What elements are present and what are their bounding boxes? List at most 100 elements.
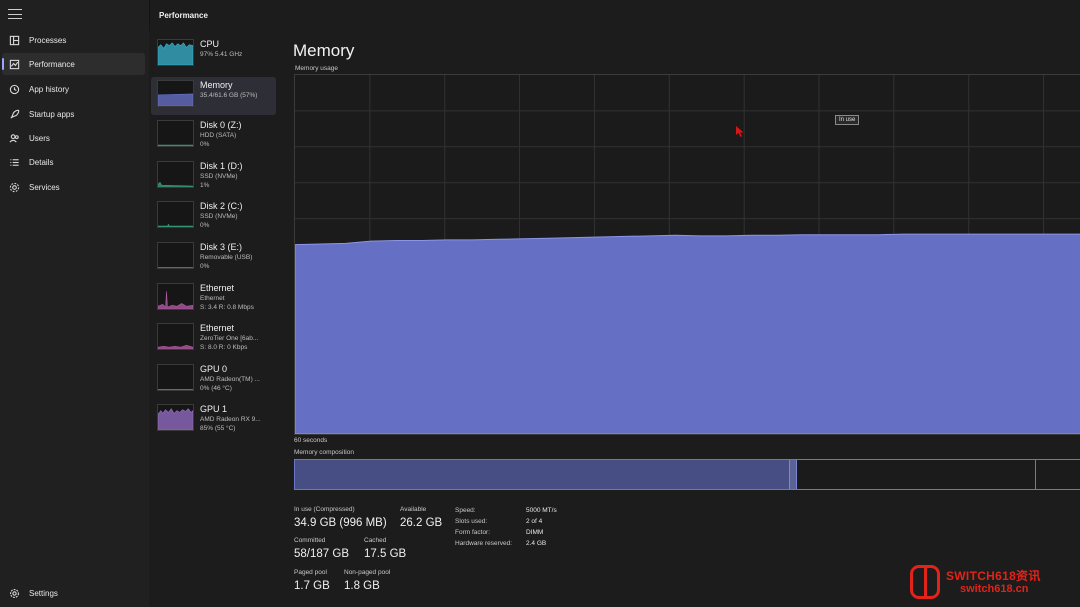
device-name: Ethernet xyxy=(200,282,235,293)
nav-item-processes[interactable]: Processes xyxy=(2,29,145,51)
device-item-gpu-1[interactable]: GPU 1 AMD Radeon RX 9... 85% (55 °C) xyxy=(151,401,276,439)
device-thumbnail xyxy=(157,201,194,229)
device-usage: S: 3.4 R: 0.8 Mbps xyxy=(200,303,254,311)
composition-modified-segment xyxy=(789,460,797,489)
device-item-disk-1-d[interactable]: Disk 1 (D:) SSD (NVMe) 1% xyxy=(151,158,276,196)
nav-item-label: Users xyxy=(29,133,50,143)
device-thumbnail xyxy=(157,160,194,188)
nav-item-startup-apps[interactable]: Startup apps xyxy=(2,103,145,125)
hamburger-menu-icon[interactable] xyxy=(8,7,22,21)
nav-item-label: Services xyxy=(29,182,60,192)
device-item-disk-0-z[interactable]: Disk 0 (Z:) HDD (SATA) 0% xyxy=(151,117,276,155)
nav-item-label: Processes xyxy=(29,35,67,45)
cached-label: Cached xyxy=(364,537,387,544)
paged-pool-value: 1.7 GB xyxy=(294,580,330,592)
history-icon xyxy=(8,83,20,95)
header-bar: Performance xyxy=(149,0,1080,31)
nav-item-performance[interactable]: Performance xyxy=(2,53,145,75)
device-detail: SSD (NVMe) xyxy=(200,213,238,221)
device-item-disk-2-c[interactable]: Disk 2 (C:) SSD (NVMe) 0% xyxy=(151,198,276,236)
nav-pane: Processes Performance App history Startu… xyxy=(0,0,149,607)
device-thumbnail xyxy=(157,363,194,391)
device-thumbnail xyxy=(157,404,194,432)
device-detail: AMD Radeon RX 9... xyxy=(200,416,261,424)
device-name: GPU 1 xyxy=(200,404,228,415)
device-name: Disk 0 (Z:) xyxy=(200,120,242,131)
page-title: Performance xyxy=(159,11,208,20)
tooltip-in-use: In use xyxy=(835,115,860,125)
watermark: SWITCH618资讯 switch618.cn xyxy=(910,563,1080,603)
nav-item-label: App history xyxy=(29,84,70,94)
committed-value: 58/187 GB xyxy=(294,548,349,560)
time-axis-label: 60 seconds xyxy=(294,437,328,444)
nav-item-services[interactable]: Services xyxy=(2,176,145,198)
device-detail: Removable (USB) xyxy=(200,254,253,261)
nav-item-label: Startup apps xyxy=(29,109,75,119)
watermark-title: SWITCH618资讯 xyxy=(946,569,1041,583)
committed-label: Committed xyxy=(294,537,326,544)
slots-used-value: 2 of 4 xyxy=(526,518,543,525)
nav-item-settings[interactable]: Settings xyxy=(2,582,145,604)
device-name: Disk 3 (E:) xyxy=(200,242,243,252)
memory-in-use-area xyxy=(295,233,1080,434)
device-detail: AMD Radeon(TM) ... xyxy=(200,375,260,383)
device-item-ethernet[interactable]: Ethernet ZeroTier One [6ab... S: 8.0 R: 0 … xyxy=(151,320,276,358)
nav-item-app-history[interactable]: App history xyxy=(2,78,145,100)
form-factor-label: Form factor: xyxy=(455,529,491,536)
cached-value: 17.5 GB xyxy=(364,548,407,560)
performance-icon xyxy=(8,58,20,70)
watermark-url: switch618.cn xyxy=(960,583,1029,595)
nonpaged-pool-value: 1.8 GB xyxy=(344,580,380,592)
device-thumbnail xyxy=(157,79,194,107)
nav-item-label: Performance xyxy=(29,59,75,69)
device-usage: 0% xyxy=(200,222,210,230)
device-thumbnail xyxy=(157,242,194,269)
device-usage: 0% (46 °C) xyxy=(200,384,232,392)
paged-pool-label: Paged pool xyxy=(294,569,327,576)
composition-in-use-segment xyxy=(295,460,789,489)
services-icon xyxy=(8,181,20,193)
device-name: Memory xyxy=(200,79,233,90)
mouse-cursor-icon xyxy=(736,126,744,137)
device-name: GPU 0 xyxy=(200,363,228,374)
composition-standby-divider xyxy=(1035,460,1036,489)
memory-composition-bar xyxy=(294,459,1080,490)
in-use-value: 34.9 GB (996 MB) xyxy=(294,517,387,529)
device-detail: SSD (NVMe) xyxy=(200,172,238,180)
slots-used-label: Slots used: xyxy=(455,518,488,525)
memory-usage-chart xyxy=(295,75,1080,434)
available-label: Available xyxy=(400,506,427,513)
device-detail: Ethernet xyxy=(200,294,225,302)
device-usage: S: 8.0 R: 0 Kbps xyxy=(200,344,248,352)
memory-usage-graph xyxy=(294,74,1080,435)
device-item-disk-3-e[interactable]: Disk 3 (E:) Removable (USB) 0% xyxy=(151,239,276,277)
memory-composition-label: Memory composition xyxy=(294,449,354,456)
device-usage: 0% xyxy=(200,141,210,149)
device-name: Disk 1 (D:) xyxy=(200,160,243,171)
speed-label: Speed: xyxy=(455,507,476,514)
device-item-gpu-0[interactable]: GPU 0 AMD Radeon(TM) ... 0% (46 °C) xyxy=(151,361,276,399)
memory-usage-label: Memory usage xyxy=(295,65,338,72)
device-usage: 85% (55 °C) xyxy=(200,425,236,433)
device-thumbnail xyxy=(157,323,194,351)
device-usage: 1% xyxy=(200,181,210,189)
gear-icon xyxy=(8,587,20,599)
device-list: CPU 97% 5.41 GHz Memory 35.4/61.6 GB (57%) D… xyxy=(149,31,281,607)
speed-value: 5000 MT/s xyxy=(526,507,557,514)
device-item-cpu[interactable]: CPU 97% 5.41 GHz xyxy=(151,36,276,74)
details-icon xyxy=(8,156,20,168)
in-use-label: In use (Compressed) xyxy=(294,506,355,513)
nav-item-details[interactable]: Details xyxy=(2,151,145,173)
memory-title: Memory xyxy=(293,41,355,60)
device-item-memory[interactable]: Memory 35.4/61.6 GB (57%) xyxy=(151,76,276,115)
users-icon xyxy=(8,132,20,144)
memory-panel: Memory Memory usage In use 60 seconds Me… xyxy=(281,31,1080,607)
device-detail: 35.4/61.6 GB (57%) xyxy=(200,91,258,99)
device-name: Ethernet xyxy=(200,323,235,334)
available-value: 26.2 GB xyxy=(400,517,443,529)
device-item-ethernet[interactable]: Ethernet Ethernet S: 3.4 R: 0.8 Mbps xyxy=(151,280,276,318)
nav-item-label: Details xyxy=(29,157,54,167)
nav-item-label: Settings xyxy=(29,588,58,598)
processes-icon xyxy=(8,34,20,46)
nav-item-users[interactable]: Users xyxy=(2,127,145,149)
